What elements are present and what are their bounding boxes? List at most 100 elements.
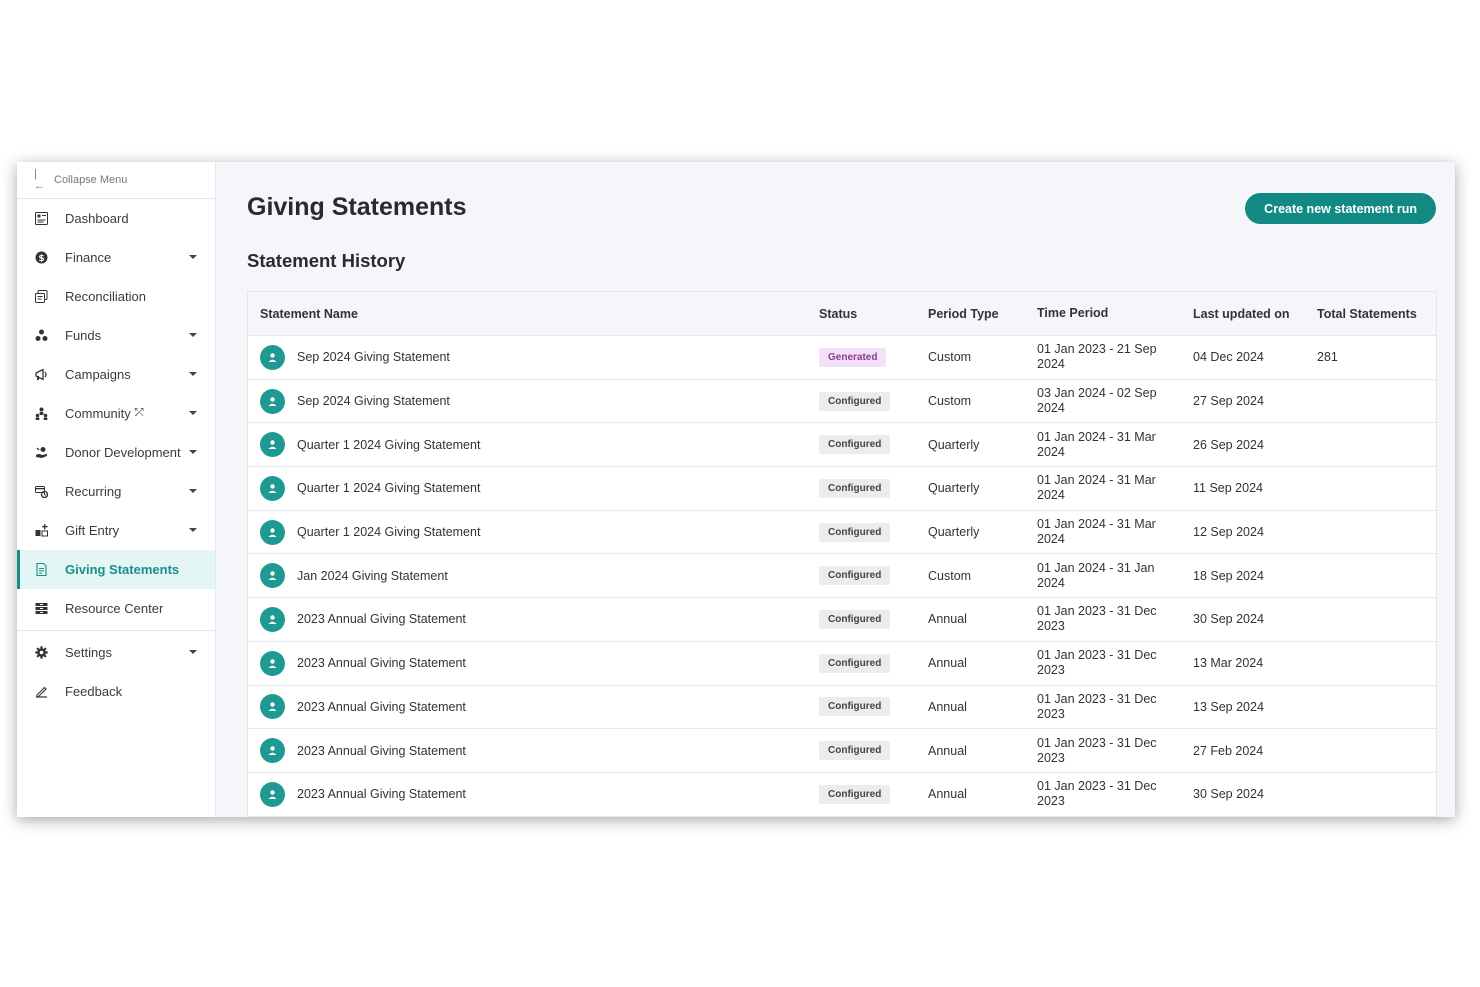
- statement-name[interactable]: 2023 Annual Giving Statement: [297, 656, 466, 670]
- sidebar-item-label: Dashboard: [65, 211, 129, 226]
- status-badge: Configured: [819, 392, 890, 411]
- statement-history-title: Statement History: [247, 250, 405, 272]
- statement-name[interactable]: Jan 2024 Giving Statement: [297, 569, 448, 583]
- statement-name[interactable]: 2023 Annual Giving Statement: [297, 787, 466, 801]
- statement-name-cell: Quarter 1 2024 Giving Statement: [248, 432, 806, 457]
- time-period-cell: 01 Jan 2023 - 31 Dec 2023: [1025, 692, 1180, 722]
- chevron-down-icon[interactable]: [189, 650, 197, 654]
- funds-icon: [34, 329, 48, 343]
- sidebar-item-campaigns[interactable]: Campaigns: [17, 355, 215, 394]
- column-header-total-statements[interactable]: Total Statements: [1305, 307, 1425, 321]
- status-badge: Generated: [819, 348, 886, 367]
- statement-name[interactable]: Sep 2024 Giving Statement: [297, 350, 450, 364]
- column-header-statement-name[interactable]: Statement Name: [248, 307, 806, 321]
- period-type-cell: Quarterly: [915, 525, 1025, 539]
- resource-center-icon: [34, 602, 48, 616]
- status-badge: Configured: [819, 435, 890, 454]
- sidebar-item-resource-center[interactable]: Resource Center: [17, 589, 215, 628]
- collapse-menu-button[interactable]: |← Collapse Menu: [17, 162, 215, 199]
- community-icon: [34, 407, 48, 421]
- column-header-time-period[interactable]: Time Period: [1025, 306, 1180, 321]
- sidebar-item-reconciliation[interactable]: Reconciliation: [17, 277, 215, 316]
- table-row[interactable]: Jan 2024 Giving StatementConfiguredCusto…: [248, 554, 1436, 598]
- statement-name-cell: Quarter 1 2024 Giving Statement: [248, 520, 806, 545]
- status-cell: Configured: [806, 654, 915, 673]
- sidebar-item-gift-entry[interactable]: Gift Entry: [17, 511, 215, 550]
- sidebar-item-funds[interactable]: Funds: [17, 316, 215, 355]
- column-header-last-updated[interactable]: Last updated on: [1180, 307, 1305, 321]
- sidebar-item-feedback[interactable]: Feedback: [17, 672, 215, 711]
- last-updated-cell: 27 Feb 2024: [1180, 744, 1305, 758]
- time-period-cell: 01 Jan 2023 - 31 Dec 2023: [1025, 648, 1180, 678]
- total-statements-cell: 281: [1305, 350, 1425, 364]
- statement-name-cell: 2023 Annual Giving Statement: [248, 651, 806, 676]
- chevron-down-icon[interactable]: [189, 450, 197, 454]
- statement-name[interactable]: 2023 Annual Giving Statement: [297, 700, 466, 714]
- statement-name-cell: Jan 2024 Giving Statement: [248, 563, 806, 588]
- column-header-period-type[interactable]: Period Type: [915, 307, 1025, 321]
- status-badge: Configured: [819, 566, 890, 585]
- table-row[interactable]: 2023 Annual Giving StatementConfiguredAn…: [248, 729, 1436, 773]
- reconciliation-icon: [34, 290, 48, 304]
- sidebar-item-finance[interactable]: $Finance: [17, 238, 215, 277]
- status-cell: Configured: [806, 392, 915, 411]
- sidebar-item-label: Giving Statements: [65, 562, 179, 577]
- sidebar-item-settings[interactable]: Settings: [17, 633, 215, 672]
- statement-avatar-icon: [260, 651, 285, 676]
- statement-name-cell: 2023 Annual Giving Statement: [248, 694, 806, 719]
- status-cell: Configured: [806, 566, 915, 585]
- table-row[interactable]: Quarter 1 2024 Giving Statement Configure…: [248, 511, 1436, 555]
- table-row[interactable]: Sep 2024 Giving Statement Generated Custom…: [248, 336, 1436, 380]
- statement-name[interactable]: Quarter 1 2024 Giving Statement: [297, 525, 480, 539]
- time-period-cell: 01 Jan 2024 - 31 Mar 2024: [1025, 430, 1180, 460]
- status-cell: Configured: [806, 435, 915, 454]
- status-badge: Configured: [819, 523, 890, 542]
- last-updated-cell: 30 Sep 2024: [1180, 787, 1305, 801]
- app-window: |← Collapse Menu Dashboard $FinanceReconc…: [17, 162, 1455, 817]
- chevron-down-icon[interactable]: [189, 528, 197, 532]
- last-updated-cell: 04 Dec 2024: [1180, 350, 1305, 364]
- statement-avatar-icon: [260, 738, 285, 763]
- chevron-down-icon[interactable]: [189, 333, 197, 337]
- status-cell: Configured: [806, 741, 915, 760]
- statement-avatar-icon: [260, 782, 285, 807]
- statement-name-cell: Sep 2024 Giving Statement: [248, 389, 806, 414]
- table-row[interactable]: 2023 Annual Giving StatementConfiguredAn…: [248, 686, 1436, 730]
- period-type-cell: Custom: [915, 350, 1025, 364]
- chevron-down-icon[interactable]: [189, 411, 197, 415]
- sidebar-item-community[interactable]: Community⤱: [17, 394, 215, 433]
- table-row[interactable]: 2023 Annual Giving StatementConfiguredAn…: [248, 598, 1436, 642]
- status-badge: Configured: [819, 697, 890, 716]
- statement-avatar-icon: [260, 694, 285, 719]
- sidebar-item-donor-development[interactable]: Donor Development: [17, 433, 215, 472]
- status-badge: Configured: [819, 741, 890, 760]
- statement-name[interactable]: Quarter 1 2024 Giving Statement: [297, 438, 480, 452]
- time-period-cell: 01 Jan 2023 - 31 Dec 2023: [1025, 736, 1180, 766]
- sidebar-item-dashboard[interactable]: Dashboard: [17, 199, 215, 238]
- table-row[interactable]: Sep 2024 Giving StatementConfiguredCusto…: [248, 380, 1436, 424]
- chevron-down-icon[interactable]: [189, 255, 197, 259]
- statement-name[interactable]: Sep 2024 Giving Statement: [297, 394, 450, 408]
- chevron-down-icon[interactable]: [189, 372, 197, 376]
- statement-name[interactable]: 2023 Annual Giving Statement: [297, 744, 466, 758]
- sidebar-item-giving-statements[interactable]: Giving Statements: [17, 550, 215, 589]
- last-updated-cell: 30 Sep 2024: [1180, 612, 1305, 626]
- table-row[interactable]: Quarter 1 2024 Giving Statement Configure…: [248, 423, 1436, 467]
- table-row[interactable]: 2023 Annual Giving StatementConfiguredAn…: [248, 773, 1436, 817]
- statement-avatar-icon: [260, 389, 285, 414]
- feedback-icon: [34, 685, 48, 699]
- table-row[interactable]: Quarter 1 2024 Giving StatementConfigure…: [248, 467, 1436, 511]
- period-type-cell: Quarterly: [915, 438, 1025, 452]
- last-updated-cell: 18 Sep 2024: [1180, 569, 1305, 583]
- statement-name[interactable]: Quarter 1 2024 Giving Statement: [297, 481, 480, 495]
- statement-name[interactable]: 2023 Annual Giving Statement: [297, 612, 466, 626]
- statement-history-table: Statement Name Status Period Type Time P…: [247, 291, 1437, 817]
- statement-name-cell: 2023 Annual Giving Statement: [248, 738, 806, 763]
- create-statement-run-button[interactable]: Create new statement run: [1245, 193, 1436, 224]
- chevron-down-icon[interactable]: [189, 489, 197, 493]
- sidebar-item-recurring[interactable]: Recurring: [17, 472, 215, 511]
- column-header-status[interactable]: Status: [806, 307, 915, 321]
- gift-entry-icon: [34, 524, 48, 538]
- table-row[interactable]: 2023 Annual Giving StatementConfiguredAn…: [248, 642, 1436, 686]
- sidebar-item-label: Campaigns: [65, 367, 131, 382]
